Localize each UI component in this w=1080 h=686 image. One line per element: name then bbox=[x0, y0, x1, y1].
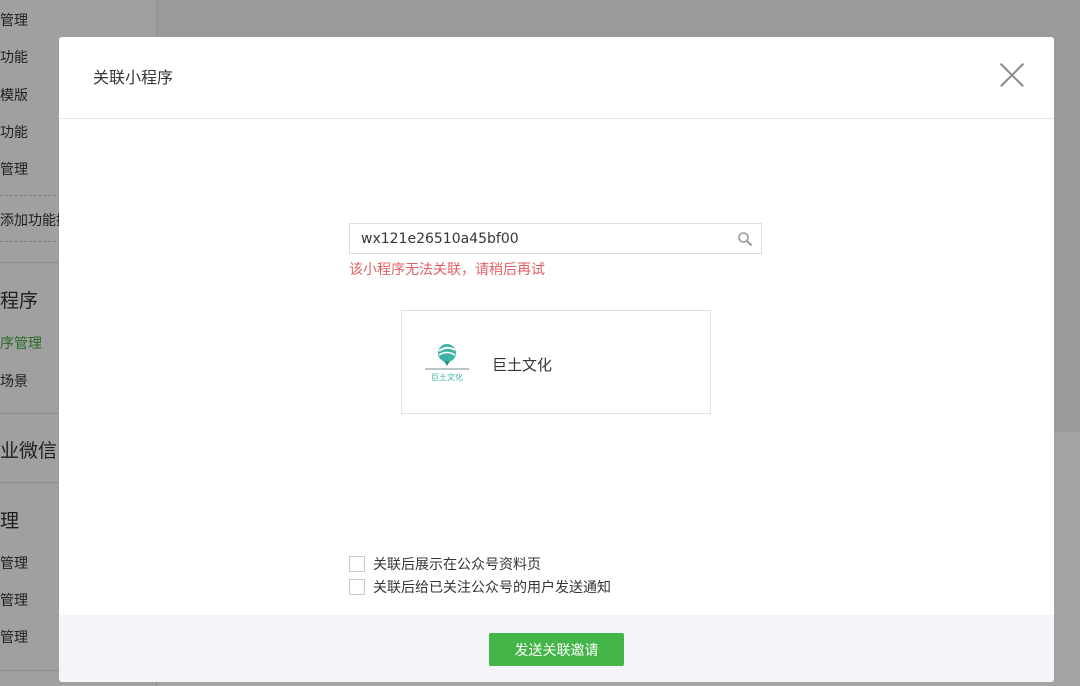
send-invite-button[interactable]: 发送关联邀请 bbox=[489, 633, 624, 666]
checkbox[interactable] bbox=[349, 579, 365, 595]
close-icon[interactable] bbox=[1000, 63, 1024, 87]
sidebar-item-0: 管理 bbox=[0, 13, 28, 29]
dialog-footer: 发送关联邀请 bbox=[59, 615, 1054, 682]
sidebar-item-1: 功能 bbox=[0, 50, 28, 66]
sidebar-divider bbox=[0, 241, 56, 242]
sidebar-section-heading: 程序 bbox=[0, 290, 39, 312]
svg-text:巨土文化: 巨土文化 bbox=[431, 372, 463, 382]
sidebar-item-2: 模版 bbox=[0, 88, 28, 104]
sidebar-item-7: 序管理 bbox=[0, 336, 42, 352]
miniprogram-name: 巨土文化 bbox=[492, 356, 553, 374]
sidebar-item-4: 管理 bbox=[0, 162, 28, 178]
appid-search-input[interactable] bbox=[350, 224, 720, 253]
sidebar-section-heading: 理 bbox=[0, 510, 20, 532]
sidebar-item-13: 管理 bbox=[0, 630, 28, 646]
miniprogram-logo: 巨土文化 bbox=[425, 344, 469, 382]
option-label: 关联后展示在公众号资料页 bbox=[373, 557, 541, 573]
miniprogram-result-card[interactable]: 巨土文化 巨土文化 bbox=[401, 310, 711, 414]
error-message: 该小程序无法关联，请稍后再试 bbox=[349, 262, 545, 278]
sidebar-item-11: 管理 bbox=[0, 556, 28, 572]
sidebar-item-3: 功能 bbox=[0, 125, 28, 141]
option-label: 关联后给已关注公众号的用户发送通知 bbox=[373, 580, 611, 596]
sidebar-item-12: 管理 bbox=[0, 593, 28, 609]
search-icon[interactable] bbox=[737, 231, 753, 247]
sidebar-divider bbox=[0, 195, 56, 196]
sidebar-section-heading: 业微信 bbox=[0, 440, 58, 462]
search-box bbox=[349, 223, 762, 254]
dialog-title: 关联小程序 bbox=[93, 68, 174, 87]
checkbox[interactable] bbox=[349, 556, 365, 572]
sidebar-item-8: 场景 bbox=[0, 374, 28, 390]
link-miniprogram-dialog: 关联小程序 该小程序无法关联，请稍后再试 巨土文化 巨土文化 关联后展示在公众号… bbox=[59, 37, 1054, 682]
dialog-header: 关联小程序 bbox=[59, 37, 1054, 119]
